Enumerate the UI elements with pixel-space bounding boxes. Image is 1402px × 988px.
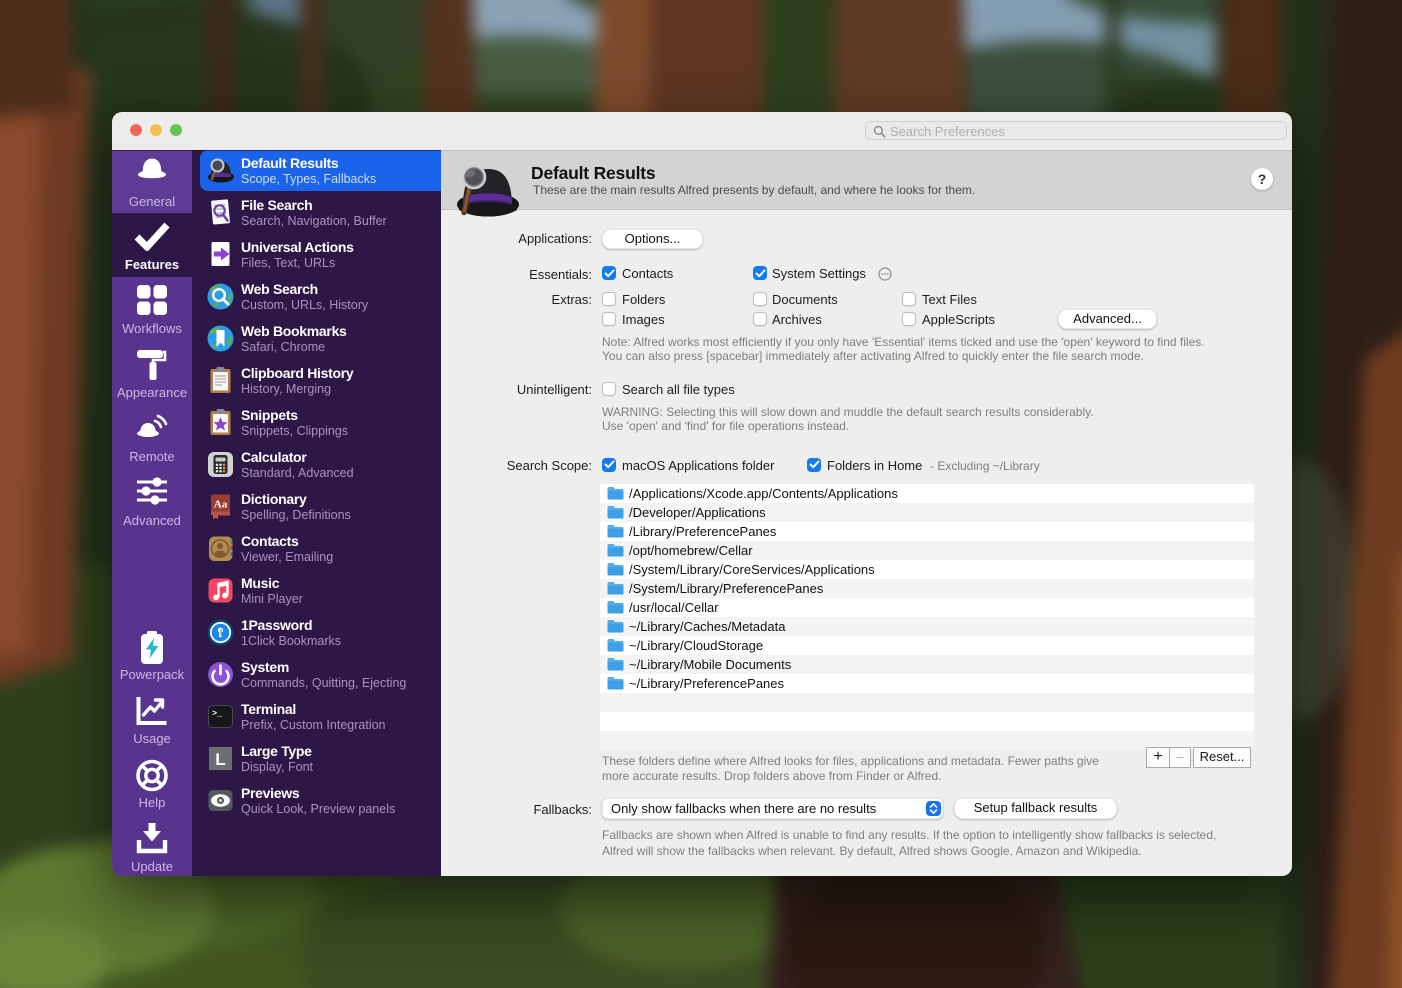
svg-text:L: L	[215, 750, 225, 769]
svg-text:Aa: Aa	[214, 499, 228, 511]
svg-text:>_: >_	[212, 709, 223, 719]
